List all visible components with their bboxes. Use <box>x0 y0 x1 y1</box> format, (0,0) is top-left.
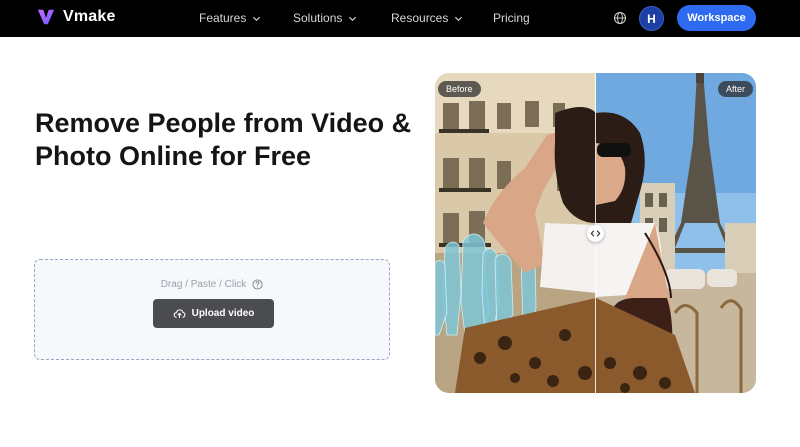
after-label: After <box>717 81 753 97</box>
upload-video-label: Upload video <box>191 308 255 319</box>
chevron-down-icon <box>349 16 357 21</box>
help-icon[interactable] <box>252 279 263 290</box>
page-title: Remove People from Video & Photo Online … <box>35 108 412 171</box>
before-label: Before <box>438 81 481 97</box>
cloud-upload-icon <box>173 309 185 318</box>
workspace-button[interactable]: Workspace <box>677 5 756 31</box>
nav-item-features[interactable]: Features <box>199 11 261 25</box>
upload-video-button[interactable]: Upload video <box>153 299 274 328</box>
vmake-logo-icon <box>37 9 55 25</box>
logo-text: Vmake <box>63 8 116 25</box>
nav-item-label: Pricing <box>493 11 530 25</box>
nav-item-label: Resources <box>391 11 449 25</box>
chevron-down-icon <box>455 16 463 21</box>
upload-hint-text: Drag / Paste / Click <box>160 279 247 290</box>
drag-arrows-icon <box>590 230 601 237</box>
vmake-logo[interactable]: Vmake <box>37 8 116 26</box>
user-avatar[interactable]: H <box>639 6 664 31</box>
nav-item-resources[interactable]: Resources <box>391 11 463 25</box>
nav-item-label: Solutions <box>293 11 343 25</box>
upload-dropzone[interactable]: Drag / Paste / Click Upload video <box>34 259 390 360</box>
nav-item-solutions[interactable]: Solutions <box>293 11 357 25</box>
chevron-down-icon <box>253 16 261 21</box>
upload-hint: Drag / Paste / Click <box>35 279 389 290</box>
before-after-comparison[interactable]: Before After <box>435 73 756 393</box>
top-navbar: Vmake Features Solutions Resources Prici… <box>0 0 800 37</box>
nav-item-pricing[interactable]: Pricing <box>493 11 530 25</box>
globe-icon[interactable] <box>613 11 627 25</box>
workspace-button-label: Workspace <box>687 12 746 24</box>
avatar-initial: H <box>647 11 656 26</box>
slider-handle[interactable] <box>587 225 604 242</box>
nav-item-label: Features <box>199 11 247 25</box>
